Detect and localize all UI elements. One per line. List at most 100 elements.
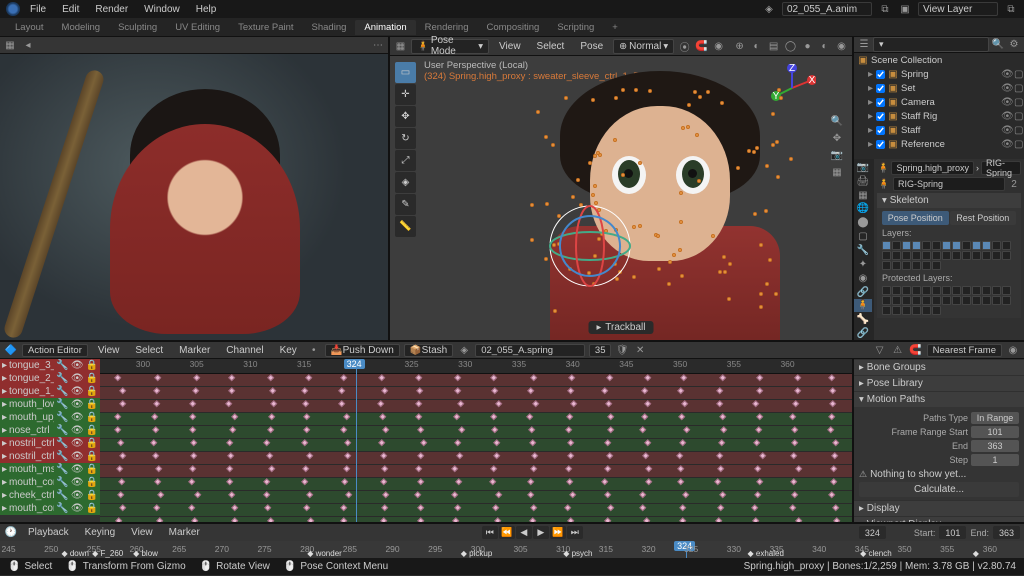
ws-shading[interactable]: Shading [303, 20, 356, 35]
ws-texturepaint[interactable]: Texture Paint [229, 20, 302, 35]
tool-move[interactable]: ✥ [395, 106, 416, 127]
action-fake-icon[interactable]: 🛡 [615, 343, 629, 357]
keyframe-ruler[interactable]: 300305310315320325330335340345350355360 [100, 359, 852, 374]
viewlayer-buttons[interactable]: ⧉ [1004, 2, 1018, 16]
mode-selector[interactable]: 🧍 Pose Mode ▾ [411, 39, 489, 54]
start-frame-field[interactable]: 101 [939, 526, 966, 539]
menu-help[interactable]: Help [190, 3, 223, 16]
stash-btn[interactable]: 📦 Stash [404, 344, 453, 357]
panel-bone-groups[interactable]: ▸ Bone Groups [854, 360, 1024, 375]
outliner-filter[interactable]: ▾ [873, 37, 989, 52]
snap-mode-select[interactable]: Nearest Frame [927, 344, 1002, 357]
channel-row[interactable]: ▸mouth_corner_R🔧👁🔒 [0, 502, 100, 515]
pushdown-btn[interactable]: 📥 Push Down [325, 344, 400, 357]
tl-marker[interactable]: Marker [163, 526, 206, 539]
shade-mat-icon[interactable]: ◐ [818, 39, 831, 53]
keyframe-track[interactable] [100, 374, 852, 387]
tool-cursor[interactable]: ✛ [395, 84, 416, 105]
ptab-scene-icon[interactable]: 🌐 [854, 203, 872, 216]
keyframe-track[interactable] [100, 387, 852, 400]
ptab-output-icon[interactable]: 🖨 [854, 175, 872, 188]
pivot-icon[interactable]: ⦿ [678, 39, 691, 53]
ws-compositing[interactable]: Compositing [478, 20, 549, 35]
3d-viewport[interactable]: ▭ ✛ ✥ ↻ ⤢ ◈ ✎ 📏 User Perspective (Local)… [390, 56, 852, 340]
jump-end-btn[interactable]: ⏭ [567, 526, 583, 539]
armature-data-field[interactable]: RIG-Spring [893, 177, 1005, 191]
editor-type-3d-icon[interactable]: ▦ [394, 39, 407, 53]
nav-move-icon[interactable]: ✥ [830, 131, 844, 145]
keyframe-track[interactable] [100, 452, 852, 465]
tree-item[interactable]: ▸▣Staff👁▢ [854, 123, 1024, 137]
ptab-boneconstraint-icon[interactable]: 🔗 [854, 327, 872, 340]
keyframe-track[interactable] [100, 504, 852, 517]
tree-item[interactable]: ▸▣Spring👁▢ [854, 67, 1024, 81]
nav-ortho-icon[interactable]: ▦ [830, 165, 844, 179]
ws-add[interactable]: + [603, 20, 627, 35]
frame-end-field[interactable]: 363 [971, 440, 1019, 452]
keyframe-track[interactable] [100, 413, 852, 426]
channel-row[interactable]: ▸nostril_ctrl_R🔧👁🔒 [0, 450, 100, 463]
dope-editor-icon[interactable]: 🔷 [4, 343, 18, 357]
dope-channel[interactable]: Channel [220, 344, 269, 357]
paths-type-select[interactable]: In Range [971, 412, 1019, 424]
panel-motion-paths[interactable]: ▾ Motion Paths [854, 392, 1024, 407]
keyframe-prev-btn[interactable]: ⏪ [499, 526, 515, 539]
ptab-bone-icon[interactable]: 🦴 [854, 313, 872, 326]
panel-skeleton[interactable]: ▾ Skeleton [877, 193, 1021, 208]
dope-filter-icon[interactable]: ▽ [873, 343, 887, 357]
menu-render[interactable]: Render [89, 3, 134, 16]
ws-layout[interactable]: Layout [6, 20, 53, 35]
frame-step-field[interactable]: 1 [971, 454, 1019, 466]
ptab-view-icon[interactable]: ▦ [854, 189, 872, 202]
tl-view[interactable]: View [125, 526, 159, 539]
tool-select[interactable]: ▭ [395, 62, 416, 83]
tl-playback[interactable]: Playback [22, 526, 75, 539]
snap-toggle-icon[interactable]: 🧲 [909, 343, 923, 357]
keyframe-track[interactable] [100, 426, 852, 439]
keyframe-area[interactable]: 300305310315320325330335340345350355360 … [100, 359, 852, 522]
xray-icon[interactable]: ▤ [767, 39, 780, 53]
propedit-dope-icon[interactable]: ◉ [1006, 343, 1020, 357]
vp-view[interactable]: View [493, 40, 527, 53]
vp-pose[interactable]: Pose [574, 40, 609, 53]
channel-row[interactable]: ▸tongue_3_ik🔧👁🔒 [0, 359, 100, 372]
timeline-editor-icon[interactable]: 🕐 [4, 526, 18, 540]
current-frame-field[interactable]: 324 [859, 526, 886, 539]
ws-uvediting[interactable]: UV Editing [166, 20, 229, 35]
panel-display[interactable]: ▸ Display [854, 501, 1024, 516]
scene-buttons[interactable]: ⧉ [878, 2, 892, 16]
tree-item[interactable]: ▸▣Staff Rig👁▢ [854, 109, 1024, 123]
menu-file[interactable]: File [24, 3, 52, 16]
orientation-select[interactable]: ⊕ Normal ▾ [613, 39, 674, 54]
viewlayer-field[interactable]: View Layer [918, 2, 998, 16]
menu-window[interactable]: Window [138, 3, 186, 16]
action-select[interactable]: 02_055_A.spring [475, 344, 585, 357]
camera-preview[interactable] [0, 54, 388, 340]
panel-viewport-display[interactable]: ▸ Viewport Display [854, 517, 1024, 522]
calculate-btn[interactable]: Calculate... [859, 482, 1019, 497]
channel-row[interactable]: ▸mouth_mstr_ctrl🔧👁🔒 [0, 463, 100, 476]
tool-measure[interactable]: 📏 [395, 216, 416, 237]
channel-row[interactable]: ▸mouth_low_ctrl🔧👁🔒 [0, 398, 100, 411]
channel-row[interactable]: ▸cheek_ctrl_L🔧👁🔒 [0, 489, 100, 502]
search-icon[interactable]: 🔍 [991, 38, 1005, 52]
tree-item[interactable]: ▸▣Set👁▢ [854, 81, 1024, 95]
ptab-constraint-icon[interactable]: 🔗 [854, 286, 872, 299]
editor-type-icon[interactable]: ▦ [3, 38, 17, 52]
action-unlink-icon[interactable]: ✕ [633, 343, 647, 357]
tool-rotate[interactable]: ↻ [395, 128, 416, 149]
channel-list[interactable]: ▸tongue_3_ik🔧👁🔒▸tongue_2_ik🔧👁🔒▸tongue_1_… [0, 359, 100, 522]
dope-view[interactable]: View [92, 344, 126, 357]
pose-position-btn[interactable]: Pose Position [882, 211, 949, 225]
keyframe-next-btn[interactable]: ⏩ [550, 526, 566, 539]
dope-warn-icon[interactable]: ⚠ [891, 343, 905, 357]
ptab-object-icon[interactable]: ▢ [854, 230, 872, 243]
users-count[interactable]: 2 [1007, 177, 1021, 191]
channel-row[interactable]: ▸mouth_up_ctrl🔧👁🔒 [0, 411, 100, 424]
ws-sculpting[interactable]: Sculpting [109, 20, 166, 35]
keyframe-track[interactable] [100, 465, 852, 478]
shade-render-icon[interactable]: ◉ [835, 39, 848, 53]
snap-icon[interactable]: 🧲 [695, 39, 708, 53]
tool-transform[interactable]: ◈ [395, 172, 416, 193]
tool-annotate[interactable]: ✎ [395, 194, 416, 215]
